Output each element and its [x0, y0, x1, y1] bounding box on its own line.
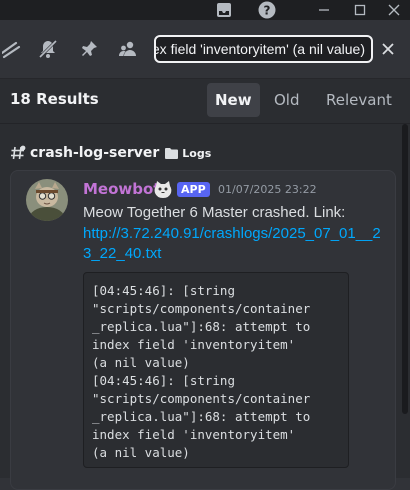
message-timestamp: 01/07/2025 23:22	[218, 183, 317, 196]
help-icon[interactable]: ?	[256, 0, 278, 20]
app-badge: APP	[177, 182, 210, 197]
sort-tab-relevant[interactable]: Relevant	[318, 83, 400, 117]
channel-name: crash-log-server	[30, 145, 160, 161]
svg-text:?: ?	[264, 4, 271, 18]
search-results-header: 18 Results New Old Relevant	[0, 79, 410, 124]
scrollbar-thumb[interactable]	[402, 124, 408, 414]
result-channel-header[interactable]: crash-log-server Logs	[10, 144, 211, 162]
bell-mute-icon[interactable]	[36, 37, 60, 61]
clear-search-icon[interactable]	[377, 38, 399, 60]
results-count: 18 Results	[10, 90, 99, 108]
sort-tab-new[interactable]: New	[207, 83, 260, 117]
pin-icon[interactable]	[77, 37, 101, 61]
minimize-icon[interactable]	[314, 0, 334, 20]
close-icon[interactable]	[384, 0, 404, 20]
category-name: Logs	[182, 146, 212, 160]
avatar[interactable]	[26, 179, 68, 221]
folder-icon	[165, 148, 179, 159]
maximize-icon[interactable]	[350, 0, 370, 20]
inbox-icon[interactable]	[214, 0, 234, 20]
code-content: [04:45:46]: [string "scripts/components/…	[92, 283, 311, 460]
window-titlebar: ?	[0, 0, 410, 20]
crash-log-link[interactable]: http://3.72.240.91/crashlogs/2025_07_01_…	[83, 224, 388, 264]
message-text: Meow Together 6 Master crashed. Link:	[83, 204, 346, 221]
search-input[interactable]: dex field 'inventoryitem' (a nil value)	[154, 35, 373, 63]
text-channel-icon	[11, 145, 26, 160]
sort-tab-old[interactable]: Old	[266, 83, 308, 117]
members-icon[interactable]	[116, 37, 140, 61]
search-query: dex field 'inventoryitem' (a nil value)	[154, 41, 365, 57]
threads-icon[interactable]	[0, 37, 24, 61]
author-name[interactable]: Meowbot	[83, 180, 160, 198]
cat-face-icon	[153, 180, 173, 198]
